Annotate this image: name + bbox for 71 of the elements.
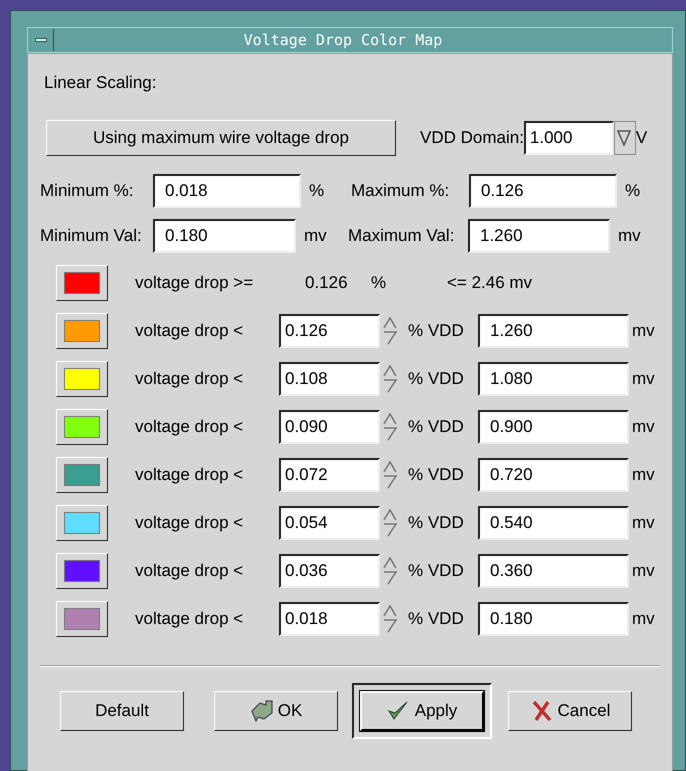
unit-label: % VDD [407, 416, 465, 438]
band-label: voltage drop < [135, 464, 244, 486]
section-label: Linear Scaling: [44, 72, 158, 94]
percent-field[interactable]: 0.072 [279, 458, 380, 492]
dialog-button[interactable]: Default [60, 690, 184, 730]
unit-label: mv [617, 224, 640, 247]
value-field[interactable]: 1.260 [478, 314, 629, 348]
vdd-domain-field[interactable]: 1.000 [524, 120, 614, 154]
color-swatch-button[interactable] [56, 312, 108, 348]
unit-label: % VDD [407, 464, 465, 486]
unit-label: % VDD [407, 512, 465, 534]
color-swatch-button[interactable] [56, 264, 108, 300]
hand-icon [250, 698, 274, 722]
band-percent: 0.126 [305, 272, 349, 294]
color-swatch-button[interactable] [56, 360, 108, 396]
unit-label: mv [631, 368, 655, 390]
dialog-button[interactable]: Apply [360, 690, 484, 730]
limit-label: Maximum Val: [348, 224, 456, 247]
unit-label: V [636, 126, 648, 149]
dialog-button[interactable]: Cancel [508, 690, 632, 730]
limit-label: Maximum %: [351, 180, 450, 202]
band-limit: <= 2.46 mv [447, 272, 532, 294]
unit-label: mv [631, 608, 655, 630]
unit-label: % VDD [407, 560, 465, 582]
band-label: voltage drop < [135, 320, 244, 342]
unit-label: % VDD [407, 368, 465, 390]
dropdown-icon[interactable] [614, 120, 636, 154]
limit-field[interactable]: 0.018 [153, 174, 301, 208]
unit-label: mv [631, 560, 655, 582]
unit-label: % [371, 272, 388, 294]
window-title: Voltage Drop Color Map [242, 30, 444, 51]
unit-label: % VDD [407, 320, 465, 342]
unit-label: mv [631, 416, 655, 438]
unit-label: mv [303, 224, 328, 247]
value-field[interactable]: 0.900 [478, 410, 629, 444]
percent-field[interactable]: 0.108 [279, 362, 380, 396]
band-label: voltage drop < [135, 368, 244, 390]
unit-label: mv [631, 512, 655, 534]
mode-button[interactable]: Using maximum wire voltage drop [46, 120, 396, 156]
band-label: voltage drop < [135, 608, 244, 630]
percent-field[interactable]: 0.090 [279, 410, 380, 444]
limit-label: Minimum Val: [40, 224, 143, 247]
band-label: voltage drop < [135, 512, 244, 534]
band-label: voltage drop < [135, 560, 244, 582]
dialog-button[interactable]: OK [214, 690, 338, 730]
unit-label: % [308, 180, 326, 202]
vdd-domain-label: VDD Domain: [420, 126, 524, 149]
percent-field[interactable]: 0.054 [279, 506, 380, 540]
color-swatch-button[interactable] [56, 456, 108, 492]
limit-field[interactable]: 0.180 [153, 218, 296, 252]
color-swatch-button[interactable] [56, 504, 108, 540]
value-field[interactable]: 0.180 [478, 602, 629, 636]
percent-field[interactable]: 0.018 [279, 602, 380, 636]
value-field[interactable]: 0.720 [478, 458, 629, 492]
color-swatch-button[interactable] [56, 600, 108, 636]
unit-label: mv [631, 320, 655, 342]
unit-label: % VDD [407, 608, 465, 630]
value-field[interactable]: 0.540 [478, 506, 629, 540]
band-label: voltage drop < [135, 416, 244, 438]
value-field[interactable]: 0.360 [478, 554, 629, 588]
color-swatch-button[interactable] [56, 552, 108, 588]
percent-field[interactable]: 0.036 [279, 554, 380, 588]
unit-label: % [624, 180, 642, 202]
value-field[interactable]: 1.080 [478, 362, 629, 396]
band-label: voltage drop >= [135, 272, 254, 294]
limit-label: Minimum %: [40, 180, 135, 202]
percent-field[interactable]: 0.126 [279, 314, 380, 348]
limit-field[interactable]: 1.260 [468, 218, 610, 252]
limit-field[interactable]: 0.126 [469, 174, 617, 208]
unit-label: mv [631, 464, 655, 486]
color-swatch-button[interactable] [56, 408, 108, 444]
